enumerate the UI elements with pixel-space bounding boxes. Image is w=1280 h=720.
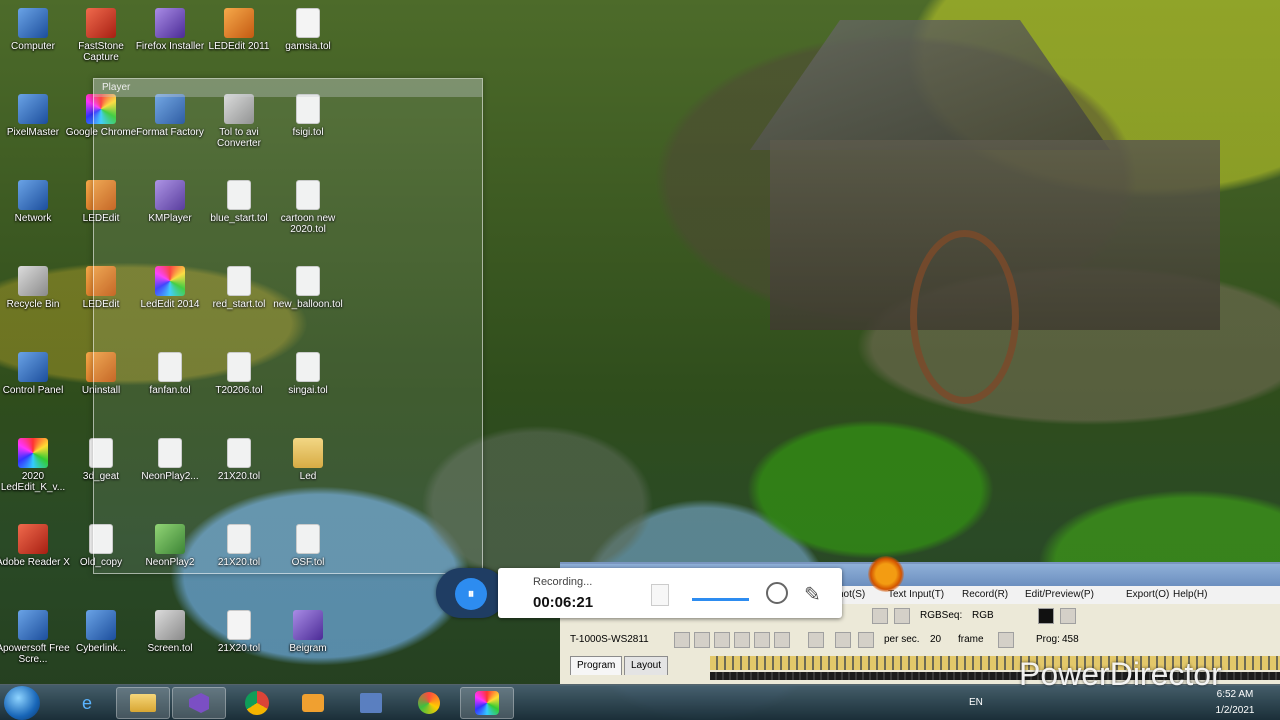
- desktop-icon[interactable]: 21X20.tol: [200, 610, 278, 654]
- network-app-icon[interactable]: [344, 687, 398, 719]
- document-icon[interactable]: [651, 584, 669, 606]
- controller-model[interactable]: T-1000S-WS2811: [570, 634, 649, 645]
- toolbar-button[interactable]: [1060, 608, 1076, 624]
- per-sec-label: per sec.: [884, 634, 920, 645]
- wallpaper-water-wheel: [910, 230, 1019, 404]
- toolbar-button[interactable]: [894, 608, 910, 624]
- mouse-cursor-highlight: [868, 556, 904, 592]
- toolbar-button[interactable]: [872, 608, 888, 624]
- recording-timer: 00:06:21: [533, 594, 594, 611]
- desktop-icon[interactable]: gamsia.tol: [269, 8, 347, 52]
- ledit-icon: [224, 8, 254, 38]
- tab-layout[interactable]: Layout: [624, 656, 669, 675]
- frame-label: frame: [958, 634, 984, 645]
- desktop-icon-label: Firefox Installer: [135, 41, 205, 52]
- clock-date: 1/2/2021: [1215, 705, 1255, 716]
- uc-browser-icon[interactable]: [402, 687, 456, 719]
- media-player-icon[interactable]: [286, 687, 340, 719]
- toolbar-button[interactable]: [998, 632, 1014, 648]
- rgb-seq-label: RGBSeq:: [920, 610, 963, 621]
- adobe-reader-icon: [18, 524, 48, 554]
- control-panel-icon: [18, 352, 48, 382]
- document-icon: [296, 8, 320, 38]
- desktop-icon-label: Beigram: [289, 643, 327, 654]
- record-button[interactable]: [694, 632, 710, 648]
- next-button[interactable]: [754, 632, 770, 648]
- per-sec-value[interactable]: 20: [930, 634, 941, 645]
- firefox-icon: [155, 8, 185, 38]
- desktop-icon-label: Screen.tol: [147, 643, 193, 654]
- grid-button[interactable]: [808, 632, 824, 648]
- prog-label: Prog:: [1036, 634, 1060, 645]
- app-toolbar-bottom: T-1000S-WS2811 per sec. 20 frame Prog: 4…: [560, 628, 1280, 652]
- menu-item-shot[interactable]: hot(S): [838, 589, 865, 600]
- desktop-icon-label: 21X20.tol: [217, 643, 261, 654]
- menu-item-record[interactable]: Record(R): [962, 589, 1008, 600]
- zoom-in-icon[interactable]: [835, 632, 851, 648]
- ledit-taskbar-icon[interactable]: [460, 687, 514, 719]
- powerdirector-watermark: PowerDirector: [1019, 656, 1222, 692]
- play-back-button[interactable]: [674, 632, 690, 648]
- pause-button[interactable]: ⏸: [455, 578, 487, 610]
- color-swatch[interactable]: [1038, 608, 1054, 624]
- ie-icon[interactable]: e: [60, 687, 114, 719]
- menu-item-help[interactable]: Help(H): [1173, 589, 1207, 600]
- prog-value: 458: [1062, 634, 1079, 645]
- recording-status: Recording...: [533, 576, 593, 588]
- menu-item-text-input[interactable]: Text Input(T): [888, 589, 944, 600]
- explorer-icon[interactable]: [116, 687, 170, 719]
- beigram-icon: [293, 610, 323, 640]
- document-icon: [227, 610, 251, 640]
- apowersoft-icon: [18, 610, 48, 640]
- end-button[interactable]: [774, 632, 790, 648]
- wallpaper-watermill: [620, 20, 1230, 404]
- desktop-icon[interactable]: FastStone Capture: [62, 8, 140, 63]
- menu-item-edit-preview[interactable]: Edit/Preview(P): [1025, 589, 1094, 600]
- desktop-icon-label: FastStone Capture: [78, 41, 124, 63]
- desktop-icon[interactable]: Cyberlink...: [62, 610, 140, 654]
- pixelmaster-icon: [18, 94, 48, 124]
- faststone-icon: [86, 8, 116, 38]
- rgb-seq-value[interactable]: RGB: [972, 610, 994, 621]
- play-button[interactable]: [734, 632, 750, 648]
- chrome-icon[interactable]: [230, 687, 284, 719]
- desktop-icon[interactable]: LEDEdit 2011: [200, 8, 278, 52]
- start-button[interactable]: [4, 686, 40, 720]
- player-window[interactable]: Player: [93, 78, 483, 574]
- desktop-icon-label: LEDEdit 2011: [208, 41, 270, 52]
- visual-studio-icon[interactable]: [172, 687, 226, 719]
- player-window-title[interactable]: Player: [94, 79, 482, 97]
- menu-item-export[interactable]: Export(O): [1126, 589, 1169, 600]
- recorder-panel: Recording... 00:06:21 ✎: [498, 568, 842, 618]
- network-icon: [18, 180, 48, 210]
- language-indicator[interactable]: EN: [969, 697, 983, 708]
- zoom-out-icon[interactable]: [858, 632, 874, 648]
- screen-icon: [155, 610, 185, 640]
- webcam-icon[interactable]: [766, 582, 788, 604]
- wallpaper-roof: [750, 20, 1110, 150]
- volume-slider[interactable]: [692, 598, 749, 601]
- desktop-icon[interactable]: Beigram: [269, 610, 347, 654]
- desktop-icon[interactable]: Firefox Installer: [131, 8, 209, 52]
- desktop-icon-label: gamsia.tol: [285, 41, 331, 52]
- stop-button[interactable]: [714, 632, 730, 648]
- desktop-icon-label: Cyberlink...: [75, 643, 126, 654]
- desktop-icon[interactable]: Screen.tol: [131, 610, 209, 654]
- tab-program[interactable]: Program: [570, 656, 623, 675]
- recycle-bin-icon: [18, 266, 48, 296]
- cyberlink-icon: [86, 610, 116, 640]
- computer-icon: [18, 8, 48, 38]
- pen-icon[interactable]: ✎: [804, 582, 821, 607]
- ledit-multicolor-icon: [18, 438, 48, 468]
